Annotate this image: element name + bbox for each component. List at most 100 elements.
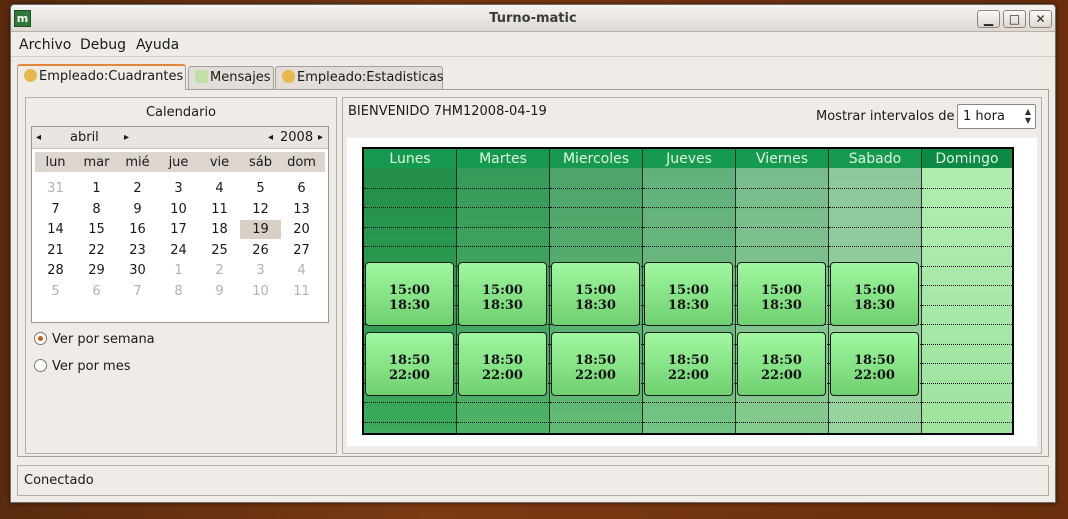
shift-block[interactable]: 15:00 18:30 xyxy=(365,262,454,326)
calendar-day[interactable]: 20 xyxy=(281,220,322,239)
calendar-day[interactable]: 6 xyxy=(76,282,117,301)
time-row xyxy=(736,207,828,208)
spinner-arrows-icon[interactable]: ▲ ▼ xyxy=(1025,107,1031,125)
time-row xyxy=(736,421,828,423)
next-year-button[interactable]: ▸ xyxy=(318,132,323,143)
prev-month-button[interactable]: ◂ xyxy=(36,132,41,143)
shift-block[interactable]: 18:50 22:00 xyxy=(830,332,919,396)
maximize-button[interactable]: □ xyxy=(1003,10,1026,28)
tab-empleado-estadisticas[interactable]: Empleado:Estadisticas xyxy=(275,66,444,89)
calendar-day[interactable]: 14 xyxy=(35,220,76,239)
calendar-day[interactable]: 15 xyxy=(76,220,117,239)
calendar-day[interactable]: 3 xyxy=(240,261,281,280)
radio-checked-icon xyxy=(34,332,47,345)
shift-block[interactable]: 18:50 22:00 xyxy=(458,332,547,396)
weekday-label: sáb xyxy=(249,155,272,170)
calendar-day[interactable]: 3 xyxy=(158,179,199,198)
calendar-day[interactable]: 23 xyxy=(117,241,158,260)
menu-ayuda[interactable]: Ayuda xyxy=(136,37,179,53)
time-row xyxy=(829,421,921,423)
calendar-day[interactable]: 22 xyxy=(76,241,117,260)
calendar-day[interactable]: 2 xyxy=(199,261,240,280)
tab-empleado-cuadrantes[interactable]: Empleado:Cuadrantes xyxy=(17,64,186,90)
calendar-day[interactable]: 1 xyxy=(158,261,199,280)
welcome-text: BIENVENIDO 7HM12008-04-19 xyxy=(348,104,547,119)
shift-block[interactable]: 18:50 22:00 xyxy=(365,332,454,396)
close-button[interactable]: ✕ xyxy=(1029,10,1052,28)
time-row xyxy=(457,402,549,403)
tab-mensajes[interactable]: Mensajes xyxy=(188,66,274,89)
window-title: Turno-matic xyxy=(489,11,577,26)
calendar-day[interactable]: 8 xyxy=(158,282,199,301)
calendar-day[interactable]: 12 xyxy=(240,200,281,219)
interval-label: Mostrar intervalos de xyxy=(816,109,955,124)
time-row xyxy=(457,207,549,208)
calendar-day[interactable]: 8 xyxy=(76,200,117,219)
calendar-day[interactable]: 16 xyxy=(117,220,158,239)
calendar-day[interactable]: 2 xyxy=(117,179,158,198)
time-row xyxy=(643,187,735,189)
calendar-day[interactable]: 5 xyxy=(240,179,281,198)
time-row xyxy=(922,402,1012,403)
time-row xyxy=(922,324,1012,325)
calendar-day[interactable]: 4 xyxy=(199,179,240,198)
shift-block[interactable]: 15:00 18:30 xyxy=(551,262,640,326)
calendar-day[interactable]: 6 xyxy=(281,179,322,198)
interval-spinner[interactable]: 1 hora ▲ ▼ xyxy=(957,104,1036,129)
prev-year-button[interactable]: ◂ xyxy=(268,132,273,143)
calendar-day[interactable]: 24 xyxy=(158,241,199,260)
calendar-day[interactable]: 25 xyxy=(199,241,240,260)
calendar-day[interactable]: 21 xyxy=(35,241,76,260)
calendar-day[interactable]: 10 xyxy=(158,200,199,219)
calendar-day[interactable]: 31 xyxy=(35,179,76,198)
calendar-day[interactable]: 11 xyxy=(199,200,240,219)
menu-debug[interactable]: Debug xyxy=(80,37,126,53)
calendar-day[interactable]: 7 xyxy=(35,200,76,219)
shift-block[interactable]: 18:50 22:00 xyxy=(644,332,733,396)
month-label: abril xyxy=(70,130,99,145)
calendar-day[interactable]: 30 xyxy=(117,261,158,280)
shift-end: 22:00 xyxy=(575,368,616,383)
time-row xyxy=(922,226,1012,228)
shift-block[interactable]: 15:00 18:30 xyxy=(458,262,547,326)
user-icon xyxy=(282,70,295,83)
shift-end: 18:30 xyxy=(761,298,802,313)
calendar-day[interactable]: 4 xyxy=(281,261,322,280)
calendar-day[interactable]: 26 xyxy=(240,241,281,260)
time-row xyxy=(364,421,456,423)
calendar-day[interactable]: 9 xyxy=(117,200,158,219)
shift-block[interactable]: 15:00 18:30 xyxy=(830,262,919,326)
calendar-day[interactable]: 9 xyxy=(199,282,240,301)
calendar-day[interactable]: 13 xyxy=(281,200,322,219)
calendar-day[interactable]: 18 xyxy=(199,220,240,239)
shift-end: 18:30 xyxy=(668,298,709,313)
calendar-day[interactable]: 27 xyxy=(281,241,322,260)
shift-block[interactable]: 15:00 18:30 xyxy=(737,262,826,326)
weekday-label: mar xyxy=(83,155,110,170)
calendar-day[interactable]: 29 xyxy=(76,261,117,280)
radio-ver-por-semana[interactable]: Ver por semana xyxy=(34,332,155,347)
shift-end: 18:30 xyxy=(575,298,616,313)
shift-start: 15:00 xyxy=(482,283,523,298)
time-row xyxy=(643,226,735,228)
calendar-day[interactable]: 11 xyxy=(281,282,322,301)
calendar-day[interactable]: 5 xyxy=(35,282,76,301)
minimize-button[interactable]: ▁ xyxy=(977,10,1000,28)
menu-archivo[interactable]: Archivo xyxy=(19,37,71,53)
time-row xyxy=(922,421,1012,423)
calendar-day[interactable]: 7 xyxy=(117,282,158,301)
calendar-day[interactable]: 28 xyxy=(35,261,76,280)
calendar-day[interactable]: 10 xyxy=(240,282,281,301)
title-bar[interactable]: m Turno-matic ▁ □ ✕ xyxy=(11,5,1055,32)
shift-block[interactable]: 18:50 22:00 xyxy=(551,332,640,396)
radio-label: Ver por mes xyxy=(52,359,131,374)
calendar-day[interactable]: 1 xyxy=(76,179,117,198)
shift-end: 22:00 xyxy=(854,368,895,383)
calendar-day[interactable]: 17 xyxy=(158,220,199,239)
shift-block[interactable]: 15:00 18:30 xyxy=(644,262,733,326)
radio-ver-por-mes[interactable]: Ver por mes xyxy=(34,359,130,374)
calendar-widget[interactable]: ◂ abril ▸ ◂ 2008 ▸ lun mar mié jue vie sáb dom… xyxy=(31,126,329,323)
shift-block[interactable]: 18:50 22:00 xyxy=(737,332,826,396)
calendar-day[interactable]: 19 xyxy=(240,220,281,239)
next-month-button[interactable]: ▸ xyxy=(124,132,129,143)
